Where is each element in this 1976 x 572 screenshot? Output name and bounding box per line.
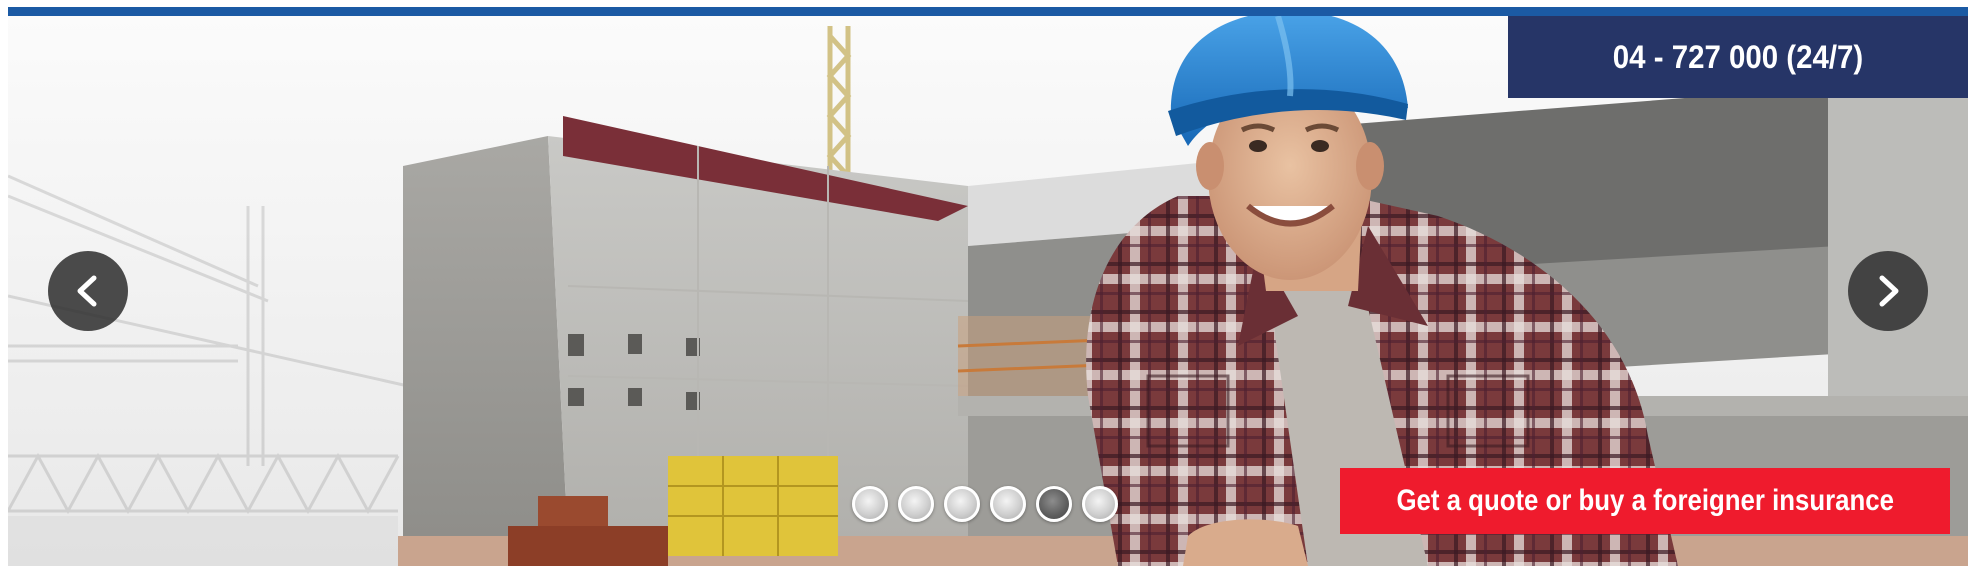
previous-slide-button[interactable] <box>48 251 128 331</box>
get-quote-button[interactable]: Get a quote or buy a foreigner insurance <box>1340 468 1950 534</box>
slide-dot-6[interactable] <box>1082 486 1118 522</box>
phone-number-banner[interactable]: 04 - 727 000 (24/7) <box>1508 16 1968 98</box>
slide-pagination <box>852 486 1118 522</box>
slide-dot-5[interactable] <box>1036 486 1072 522</box>
next-slide-button[interactable] <box>1848 251 1928 331</box>
slide-dot-2[interactable] <box>898 486 934 522</box>
page: 04 - 727 000 (24/7) Get a quote or buy a… <box>0 0 1976 572</box>
slide-dot-4[interactable] <box>990 486 1026 522</box>
chevron-right-icon <box>1879 275 1899 307</box>
chevron-left-icon <box>77 275 97 307</box>
slide-dot-1[interactable] <box>852 486 888 522</box>
slide-dot-3[interactable] <box>944 486 980 522</box>
hero-slider: 04 - 727 000 (24/7) Get a quote or buy a… <box>8 16 1968 566</box>
top-accent-bar <box>8 7 1968 16</box>
get-quote-label: Get a quote or buy a foreigner insurance <box>1396 484 1894 517</box>
